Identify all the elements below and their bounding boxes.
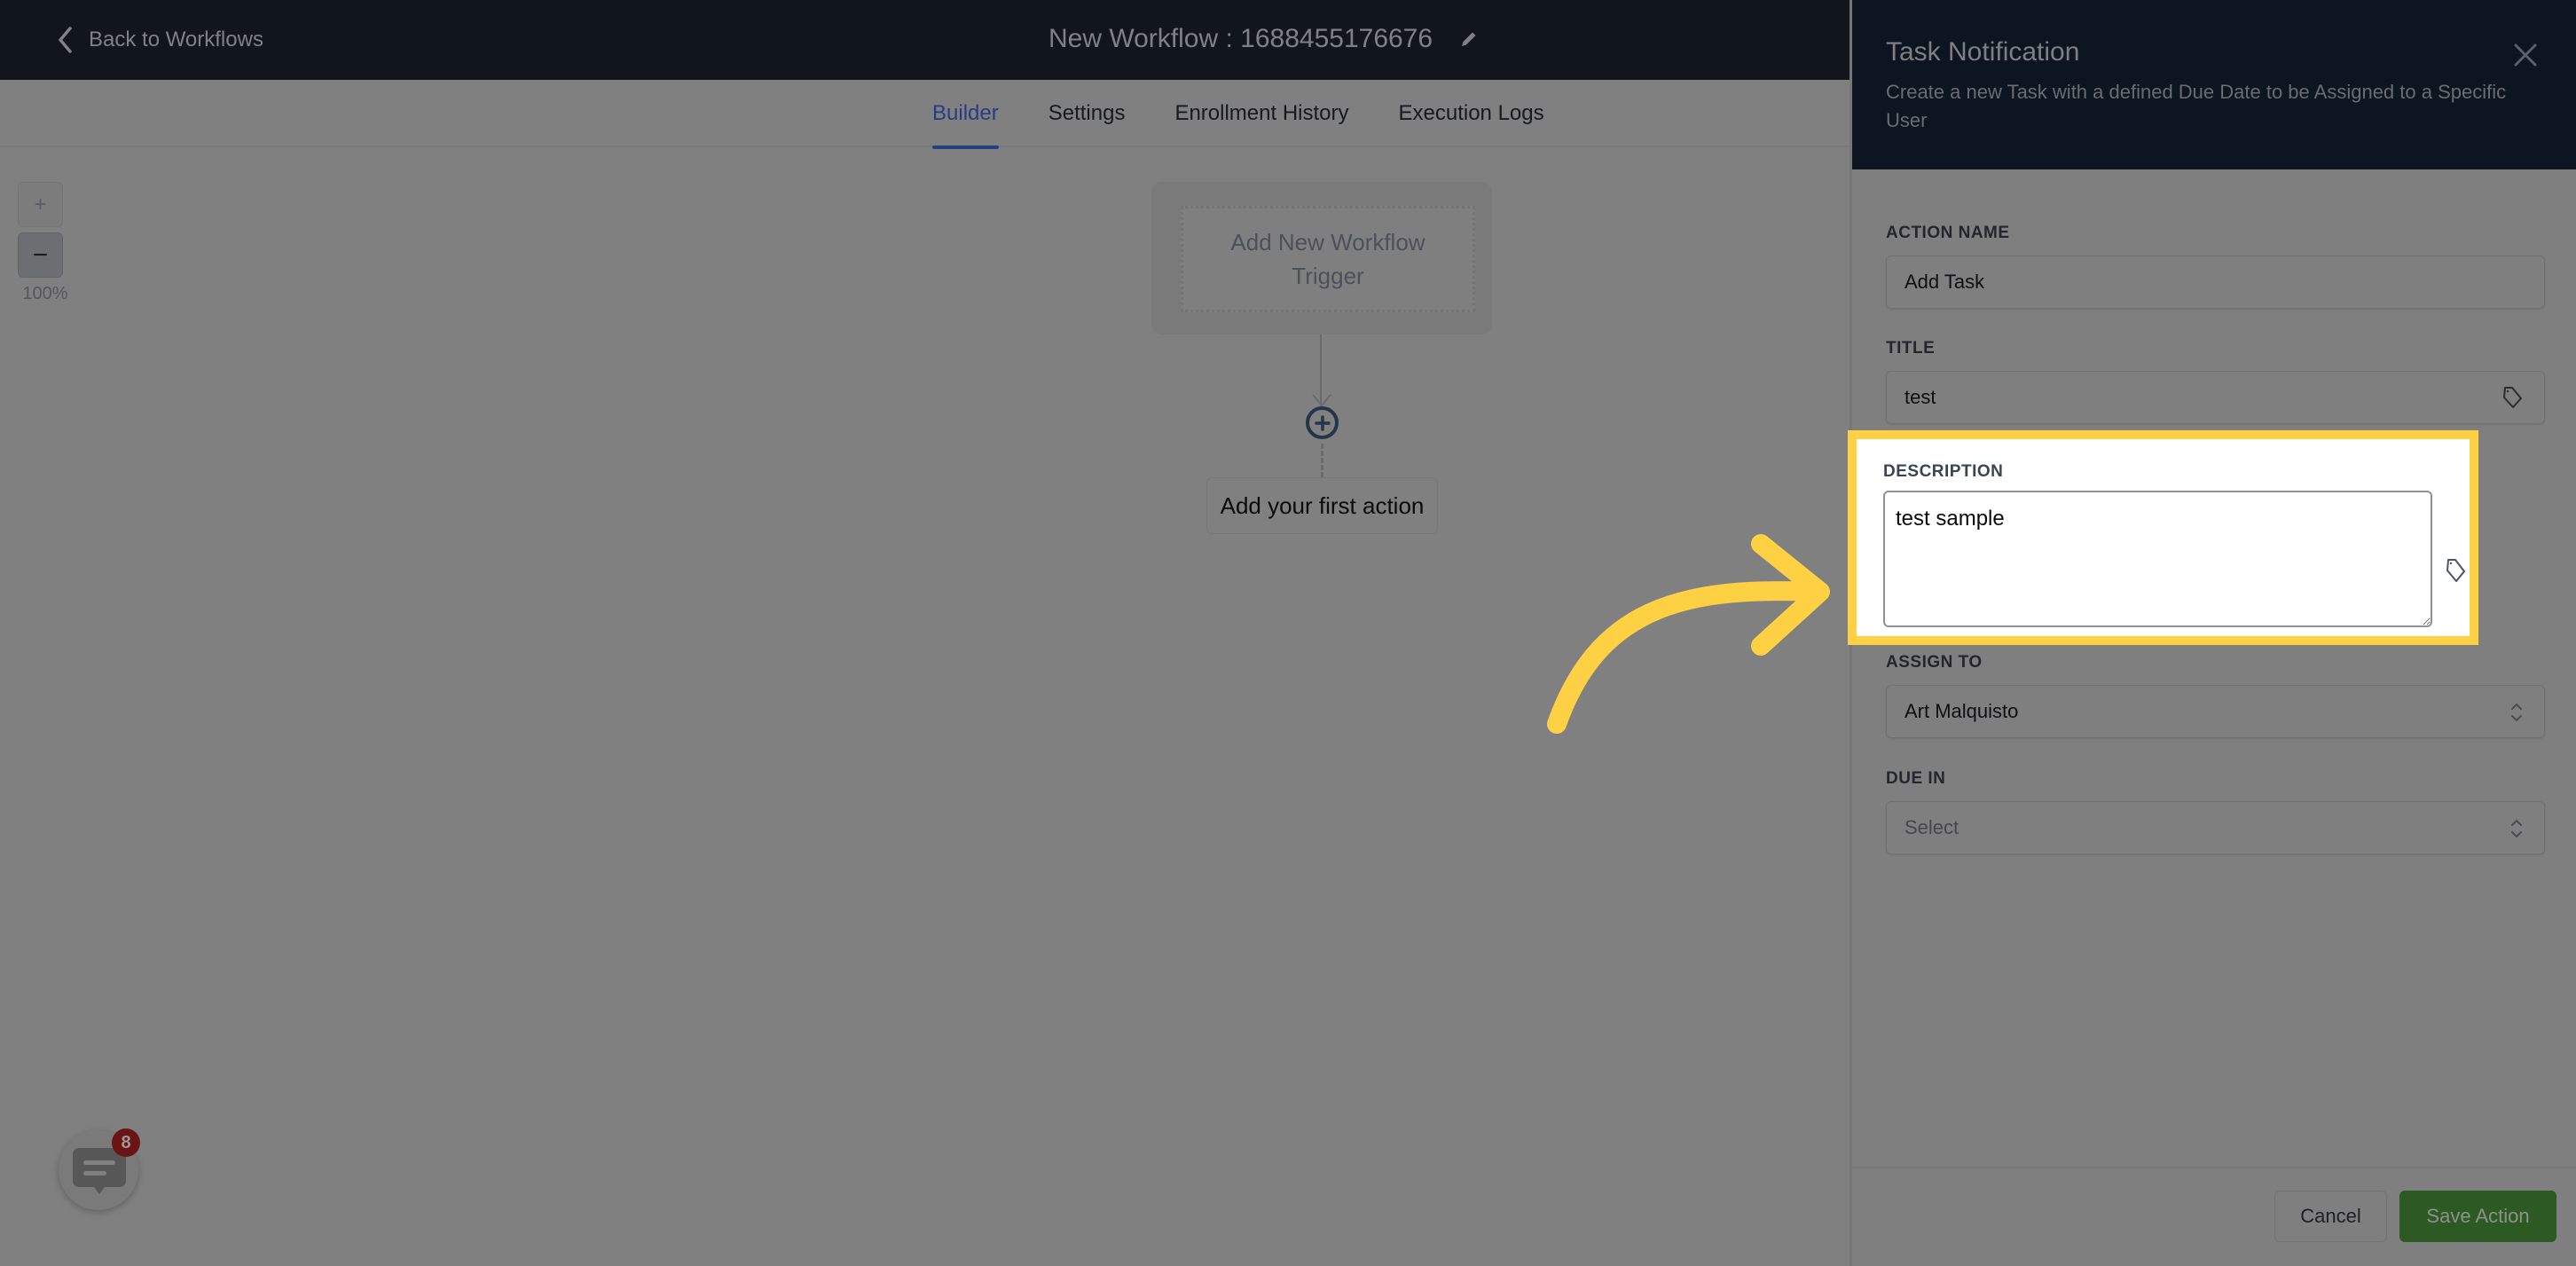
description-highlight: DESCRIPTION test sample — [1848, 430, 2478, 645]
tab-builder[interactable]: Builder — [932, 80, 999, 149]
zoom-level: 100% — [22, 284, 68, 303]
save-action-button[interactable]: Save Action — [2399, 1191, 2556, 1242]
assign-to-value: Art Malquisto — [1905, 700, 2019, 722]
trigger-label-line2: Trigger — [1292, 263, 1364, 289]
tab-list: Builder Settings Enrollment History Exec… — [932, 80, 1544, 149]
pencil-icon[interactable] — [1459, 29, 1479, 49]
due-in-label: DUE IN — [1886, 769, 1946, 788]
annotation-arrow-icon — [1547, 534, 1830, 734]
footer-divider — [1852, 1167, 2576, 1168]
action-name-input[interactable] — [1905, 271, 2544, 294]
assign-to-label: ASSIGN TO — [1886, 653, 1983, 672]
close-icon[interactable] — [2513, 43, 2538, 67]
due-in-select[interactable]: Select — [1886, 801, 2545, 854]
select-updown-icon — [2511, 819, 2522, 838]
top-bar: Back to Workflows New Workflow : 1688455… — [0, 0, 1850, 80]
title-input[interactable] — [1905, 386, 2544, 409]
add-trigger-button[interactable]: Add New Workflow Trigger — [1181, 206, 1475, 312]
back-label: Back to Workflows — [89, 28, 263, 51]
tag-icon[interactable] — [2443, 557, 2468, 584]
title-field[interactable] — [1886, 371, 2545, 424]
notification-badge: 8 — [112, 1128, 140, 1157]
zoom-out-button[interactable]: − — [18, 232, 63, 278]
panel-description: Create a new Task with a defined Due Dat… — [1886, 81, 2507, 131]
tabs-bar: Builder Settings Enrollment History Exec… — [0, 80, 1850, 149]
action-name-field[interactable] — [1886, 256, 2545, 309]
description-label: DESCRIPTION — [1883, 462, 2004, 481]
panel-header: Task Notification Create a new Task with… — [1852, 0, 2576, 169]
due-in-placeholder: Select — [1905, 816, 1959, 838]
tab-enrollment-history[interactable]: Enrollment History — [1174, 80, 1348, 147]
workflow-title-text: New Workflow : 1688455176676 — [1048, 24, 1433, 53]
add-first-action-button[interactable]: Add your first action — [1206, 477, 1438, 534]
add-action-button[interactable] — [1306, 406, 1339, 439]
tag-icon[interactable] — [2500, 385, 2525, 410]
action-name-label: ACTION NAME — [1886, 224, 2010, 242]
zoom-in-button[interactable]: + — [18, 182, 63, 227]
plus-icon — [1314, 414, 1331, 431]
assign-to-select[interactable]: Art Malquisto — [1886, 685, 2545, 738]
chevron-left-icon — [59, 27, 72, 53]
trigger-label-line1: Add New Workflow — [1230, 229, 1425, 256]
workflow-title: New Workflow : 1688455176676 — [1048, 20, 1479, 59]
select-updown-icon — [2511, 703, 2522, 722]
tab-settings[interactable]: Settings — [1048, 80, 1126, 147]
title-label: TITLE — [1886, 339, 1936, 358]
back-to-workflows-link[interactable]: Back to Workflows — [57, 25, 263, 55]
panel-title: Task Notification — [1886, 37, 2080, 67]
cancel-button[interactable]: Cancel — [2274, 1191, 2387, 1242]
connector-dashed-line — [1321, 444, 1323, 477]
description-textarea[interactable]: test sample — [1883, 491, 2432, 627]
tab-execution-logs[interactable]: Execution Logs — [1399, 80, 1544, 147]
